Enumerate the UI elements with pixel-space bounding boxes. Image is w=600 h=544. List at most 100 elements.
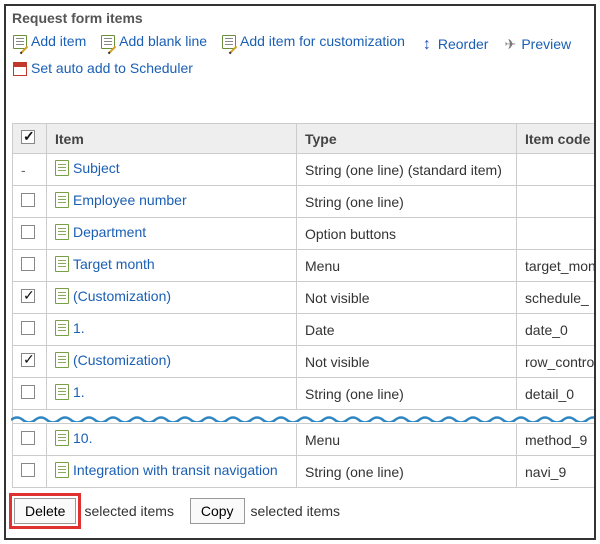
table-row: Target monthMenutarget_month [13,250,597,282]
item-label: 1. [73,384,85,400]
preview-icon: ✈ [502,37,518,53]
preview-link[interactable]: ✈ Preview [502,33,571,57]
table-row: (Customization) Not visibleschedule_ [13,282,597,314]
calendar-icon [12,61,28,77]
item-code: navi_9 [517,456,597,488]
item-link[interactable]: 1. [55,320,85,336]
item-label: (Customization) [73,352,171,368]
document-icon [55,352,69,368]
truncation-divider [13,410,597,424]
add-item-label: Add item [31,30,86,54]
checkbox-icon [21,130,35,144]
updown-arrows-icon: ↕ [419,36,435,52]
item-type: Not visible [297,346,517,378]
row-checkbox[interactable] [13,378,47,410]
item-code: date_0 [517,314,597,346]
col-code-header: Item code [517,124,597,154]
item-link[interactable]: (Customization) [55,352,171,368]
delete-suffix-text: selected items [84,503,173,519]
item-type: String (one line) [297,186,517,218]
item-label: Department [73,224,146,240]
copy-suffix-text: selected items [251,503,340,519]
item-code: schedule_ [517,282,597,314]
item-type: String (one line) [297,456,517,488]
row-checkbox[interactable] [13,282,47,314]
auto-add-link[interactable]: Set auto add to Scheduler [12,57,193,81]
item-type: Menu [297,424,517,456]
checkbox-icon [21,225,35,239]
pencil-doc-icon [221,34,237,50]
item-type: String (one line) (standard item) [297,154,517,186]
item-link[interactable]: 1. [55,384,85,400]
item-code [517,218,597,250]
row-checkbox[interactable] [13,186,47,218]
checkbox-icon [21,257,35,271]
document-icon [55,462,69,478]
item-code [517,154,597,186]
item-link[interactable]: (Customization) [55,288,171,304]
add-item-link[interactable]: Add item [12,30,86,54]
item-label: Employee number [73,192,187,208]
no-checkbox: - [13,154,47,186]
item-link[interactable]: 10. [55,430,92,446]
row-checkbox[interactable] [13,314,47,346]
checkbox-icon [21,289,35,303]
checkbox-icon [21,321,35,335]
item-label: (Customization) [73,288,171,304]
row-checkbox[interactable] [13,424,47,456]
item-type: Date [297,314,517,346]
item-label: Integration with transit navigation [73,462,278,478]
items-table: Item Type Item code - Subject String (one … [12,123,596,488]
table-row: 1.String (one line)detail_0 [13,378,597,410]
item-label: Target month [73,256,155,272]
document-icon [55,384,69,400]
pencil-doc-icon [12,34,28,50]
document-icon [55,288,69,304]
item-label: 1. [73,320,85,336]
checkbox-icon [21,385,35,399]
row-checkbox[interactable] [13,250,47,282]
item-code: row_control [517,346,597,378]
col-item-header: Item [47,124,297,154]
delete-highlight: Delete [12,496,78,526]
item-code: method_9 [517,424,597,456]
item-link[interactable]: Department [55,224,146,240]
item-code: target_month [517,250,597,282]
add-blank-link[interactable]: Add blank line [100,30,207,54]
add-blank-label: Add blank line [119,30,207,54]
item-code: detail_0 [517,378,597,410]
reorder-link[interactable]: ↕ Reorder [419,33,489,57]
add-custom-label: Add item for customization [240,30,405,54]
document-icon [55,256,69,272]
item-link[interactable]: Subject [55,160,120,176]
preview-label: Preview [521,33,571,57]
checkbox-icon [21,431,35,445]
bulk-actions-footer: Delete selected items Copy selected item… [6,488,594,538]
checkbox-icon [21,193,35,207]
document-icon [55,160,69,176]
request-form-panel: Request form items Add item Add blank li… [4,4,596,540]
row-checkbox[interactable] [13,218,47,250]
add-custom-link[interactable]: Add item for customization [221,30,405,54]
copy-button[interactable]: Copy [190,498,245,524]
item-link[interactable]: Integration with transit navigation [55,462,278,478]
item-link[interactable]: Target month [55,256,155,272]
table-row: Employee number String (one line) [13,186,597,218]
col-type-header: Type [297,124,517,154]
row-checkbox[interactable] [13,456,47,488]
panel-title: Request form items [6,6,594,28]
checkbox-icon [21,353,35,367]
item-label: Subject [73,160,120,176]
document-icon [55,430,69,446]
row-checkbox[interactable] [13,346,47,378]
table-row: Department Option buttons [13,218,597,250]
delete-button[interactable]: Delete [14,498,76,524]
table-row: Integration with transit navigation Strin… [13,456,597,488]
item-link[interactable]: Employee number [55,192,187,208]
select-all-header[interactable] [13,124,47,154]
table-row: - Subject String (one line) (standard item… [13,154,597,186]
document-icon [55,192,69,208]
checkbox-icon [21,463,35,477]
item-type: Option buttons [297,218,517,250]
item-type: Not visible [297,282,517,314]
